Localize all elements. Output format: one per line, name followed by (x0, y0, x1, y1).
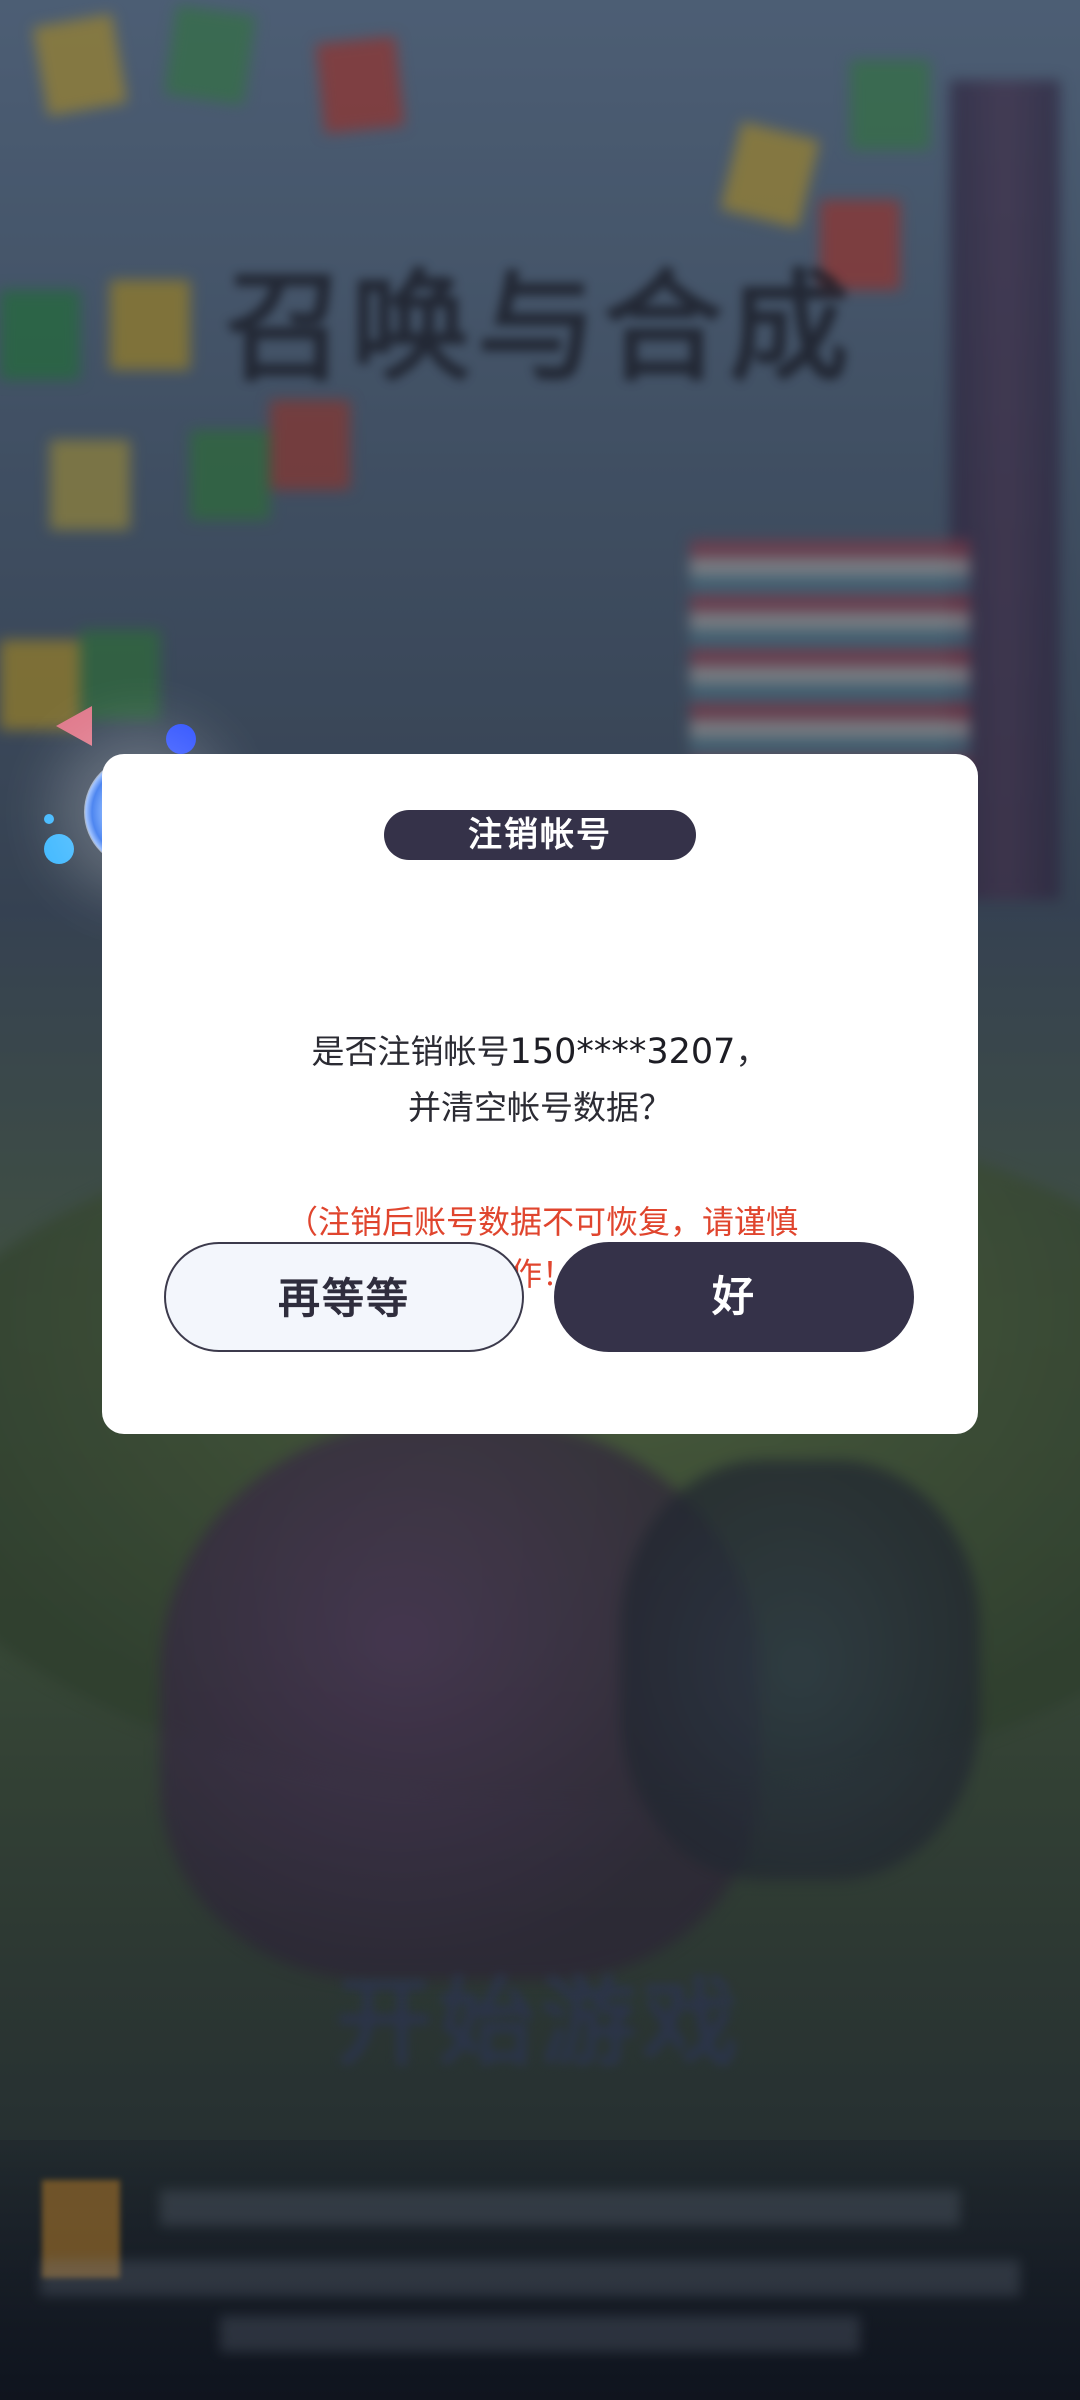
dialog-title: 注销帐号 (384, 810, 696, 860)
triangle-decoration-icon (56, 706, 92, 746)
dot-decoration (44, 814, 54, 824)
masked-phone-number: 150****3207 (509, 1032, 736, 1072)
dialog-message-line1: 是否注销帐号150****3207， (102, 1024, 978, 1080)
delete-account-dialog: 注销帐号 是否注销帐号150****3207， 并清空帐号数据？ （注销后账号数… (102, 754, 978, 1434)
dialog-message-line2: 并清空帐号数据？ (408, 1088, 672, 1127)
confirm-button[interactable]: 好 (554, 1242, 914, 1352)
app-screen: 召唤与合成 开始游戏 注销帐号 是否注销帐号150****3207， 并清空帐号… (0, 0, 1080, 2400)
dialog-message: 是否注销帐号150****3207， 并清空帐号数据？ (102, 1024, 978, 1136)
message-prefix: 是否注销帐号 (311, 1032, 510, 1071)
warning-line1: （注销后账号数据不可恢复，请谨慎 (285, 1203, 798, 1241)
cancel-button[interactable]: 再等等 (164, 1242, 524, 1352)
dot-decoration (44, 834, 74, 864)
dot-decoration (166, 724, 196, 754)
message-suffix: ， (735, 1032, 769, 1071)
